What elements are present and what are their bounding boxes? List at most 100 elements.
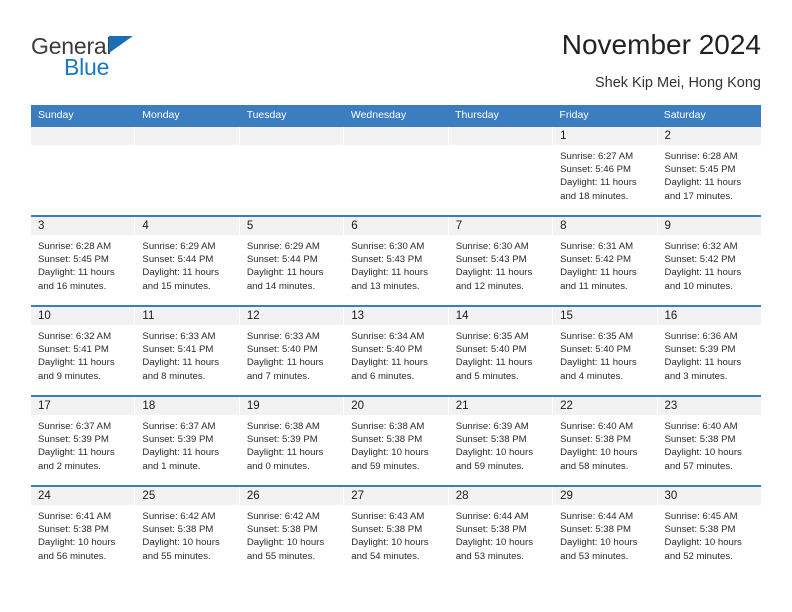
day-cell-29[interactable]: 29 Sunrise: 6:44 AM Sunset: 5:38 PM Dayligh… xyxy=(553,487,658,575)
day-cell-6[interactable]: 6 Sunrise: 6:30 AM Sunset: 5:43 PM Daylight… xyxy=(344,217,449,305)
weekday-header-friday: Friday xyxy=(559,109,589,121)
day-cell-19[interactable]: 19 Sunrise: 6:38 AM Sunset: 5:39 PM Dayligh… xyxy=(239,397,345,485)
day-detail-line: and 59 minutes. xyxy=(455,460,524,472)
day-detail-line: and 4 minutes. xyxy=(560,370,624,382)
day-detail-line: Sunrise: 6:36 AM xyxy=(664,331,738,342)
day-detail-line: Daylight: 10 hours xyxy=(142,537,220,549)
day-detail-line: Daylight: 10 hours xyxy=(664,447,742,459)
day-detail-line: Sunrise: 6:44 AM xyxy=(560,511,634,522)
day-detail-line: and 58 minutes. xyxy=(560,460,629,472)
day-number: 3 xyxy=(31,217,135,235)
day-number: 11 xyxy=(135,307,239,325)
generalblue-logo[interactable]: General Blue xyxy=(31,34,231,90)
day-number: 30 xyxy=(657,487,761,505)
day-number: 17 xyxy=(31,397,135,415)
day-detail-line: Daylight: 10 hours xyxy=(455,447,534,459)
day-detail-line: Daylight: 10 hours xyxy=(246,537,325,549)
day-cell-empty xyxy=(135,127,240,215)
day-cell-26[interactable]: 26 Sunrise: 6:42 AM Sunset: 5:38 PM Dayligh… xyxy=(239,487,345,575)
day-number xyxy=(344,127,448,145)
day-details: Sunrise: 6:36 AM Sunset: 5:39 PM Daylight:… xyxy=(658,325,761,383)
day-details: Sunrise: 6:27 AM Sunset: 5:46 PM Daylight:… xyxy=(553,145,656,203)
day-cell-12[interactable]: 12 Sunrise: 6:33 AM Sunset: 5:40 PM Dayligh… xyxy=(239,307,345,395)
day-detail-line: and 18 minutes. xyxy=(560,190,629,202)
day-number xyxy=(239,127,344,145)
logo-text-blue: Blue xyxy=(64,54,110,80)
day-detail-line: Sunrise: 6:30 AM xyxy=(455,241,529,252)
day-details xyxy=(240,145,343,150)
day-detail-line: and 54 minutes. xyxy=(351,550,420,562)
day-detail-line: and 11 minutes. xyxy=(560,280,628,292)
day-cell-9[interactable]: 9 Sunrise: 6:32 AM Sunset: 5:42 PM Daylight… xyxy=(657,217,761,305)
day-details: Sunrise: 6:32 AM Sunset: 5:42 PM Daylight:… xyxy=(658,235,761,293)
day-cell-7[interactable]: 7 Sunrise: 6:30 AM Sunset: 5:43 PM Daylight… xyxy=(448,217,554,305)
day-cell-25[interactable]: 25 Sunrise: 6:42 AM Sunset: 5:38 PM Dayligh… xyxy=(135,487,240,575)
day-cell-13[interactable]: 13 Sunrise: 6:34 AM Sunset: 5:40 PM Dayligh… xyxy=(344,307,449,395)
day-number: 15 xyxy=(553,307,657,325)
day-details: Sunrise: 6:35 AM Sunset: 5:40 PM Daylight:… xyxy=(449,325,552,383)
day-detail-line: Sunset: 5:38 PM xyxy=(664,524,736,536)
day-cell-5[interactable]: 5 Sunrise: 6:29 AM Sunset: 5:44 PM Daylight… xyxy=(239,217,345,305)
day-details: Sunrise: 6:31 AM Sunset: 5:42 PM Daylight:… xyxy=(553,235,656,293)
day-detail-line: Sunrise: 6:29 AM xyxy=(246,241,320,252)
day-cell-21[interactable]: 21 Sunrise: 6:39 AM Sunset: 5:38 PM Dayligh… xyxy=(448,397,554,485)
calendar-week-row: 24 Sunrise: 6:41 AM Sunset: 5:38 PM Dayligh… xyxy=(31,485,761,575)
day-cell-8[interactable]: 8 Sunrise: 6:31 AM Sunset: 5:42 PM Daylight… xyxy=(553,217,658,305)
page-header: General Blue November 2024 Shek Kip Mei,… xyxy=(31,28,761,100)
weekday-header-monday: Monday xyxy=(142,109,180,121)
day-cell-23[interactable]: 23 Sunrise: 6:40 AM Sunset: 5:38 PM Dayligh… xyxy=(657,397,761,485)
day-detail-line: and 7 minutes. xyxy=(246,370,310,382)
day-cell-16[interactable]: 16 Sunrise: 6:36 AM Sunset: 5:39 PM Dayligh… xyxy=(657,307,761,395)
day-cell-28[interactable]: 28 Sunrise: 6:44 AM Sunset: 5:38 PM Dayligh… xyxy=(448,487,554,575)
day-cell-10[interactable]: 10 Sunrise: 6:32 AM Sunset: 5:41 PM Dayligh… xyxy=(31,307,136,395)
day-detail-line: Sunset: 5:38 PM xyxy=(142,524,214,536)
day-cell-18[interactable]: 18 Sunrise: 6:37 AM Sunset: 5:39 PM Dayligh… xyxy=(135,397,240,485)
day-detail-line: Sunset: 5:38 PM xyxy=(664,434,736,446)
day-detail-line: Daylight: 11 hours xyxy=(142,357,220,369)
day-detail-line: and 17 minutes. xyxy=(664,190,733,202)
calendar-grid: Sunday Monday Tuesday Wednesday Thursday Frid… xyxy=(31,105,761,575)
day-cell-24[interactable]: 24 Sunrise: 6:41 AM Sunset: 5:38 PM Dayligh… xyxy=(31,487,136,575)
day-detail-line: and 53 minutes. xyxy=(560,550,629,562)
day-detail-line: Sunrise: 6:38 AM xyxy=(351,421,425,432)
day-detail-line: Sunset: 5:44 PM xyxy=(142,254,214,266)
day-details: Sunrise: 6:37 AM Sunset: 5:39 PM Daylight:… xyxy=(31,415,134,473)
day-cell-27[interactable]: 27 Sunrise: 6:43 AM Sunset: 5:38 PM Dayligh… xyxy=(344,487,449,575)
day-cell-empty xyxy=(344,127,449,215)
day-detail-line: Daylight: 11 hours xyxy=(246,447,324,459)
day-detail-line: Daylight: 11 hours xyxy=(560,177,637,189)
day-detail-line: Daylight: 10 hours xyxy=(38,537,116,549)
day-detail-line: Daylight: 10 hours xyxy=(560,537,638,549)
day-detail-line: Daylight: 11 hours xyxy=(664,177,742,189)
day-cell-empty xyxy=(448,127,554,215)
day-detail-line: Sunrise: 6:39 AM xyxy=(455,421,529,432)
day-cell-14[interactable]: 14 Sunrise: 6:35 AM Sunset: 5:40 PM Dayligh… xyxy=(448,307,554,395)
day-cell-20[interactable]: 20 Sunrise: 6:38 AM Sunset: 5:38 PM Dayligh… xyxy=(344,397,449,485)
day-detail-line: Sunrise: 6:28 AM xyxy=(38,241,112,252)
day-cell-3[interactable]: 3 Sunrise: 6:28 AM Sunset: 5:45 PM Daylight… xyxy=(31,217,136,305)
day-detail-line: Sunset: 5:45 PM xyxy=(664,164,736,176)
day-details xyxy=(344,145,447,150)
day-detail-line: Sunrise: 6:35 AM xyxy=(560,331,634,342)
day-cell-15[interactable]: 15 Sunrise: 6:35 AM Sunset: 5:40 PM Dayligh… xyxy=(553,307,658,395)
day-detail-line: and 55 minutes. xyxy=(246,550,316,562)
day-detail-line: Sunrise: 6:35 AM xyxy=(455,331,529,342)
day-cell-1[interactable]: 1 Sunrise: 6:27 AM Sunset: 5:46 PM Daylight… xyxy=(553,127,658,215)
day-detail-line: Sunrise: 6:30 AM xyxy=(351,241,425,252)
day-detail-line: and 56 minutes. xyxy=(38,550,107,562)
day-cell-30[interactable]: 30 Sunrise: 6:45 AM Sunset: 5:38 PM Dayligh… xyxy=(657,487,761,575)
day-cell-17[interactable]: 17 Sunrise: 6:37 AM Sunset: 5:39 PM Dayligh… xyxy=(31,397,136,485)
day-number: 14 xyxy=(448,307,553,325)
day-details xyxy=(449,145,552,150)
day-detail-line: Daylight: 11 hours xyxy=(664,357,742,369)
day-cell-22[interactable]: 22 Sunrise: 6:40 AM Sunset: 5:38 PM Dayligh… xyxy=(553,397,658,485)
day-number: 23 xyxy=(657,397,761,415)
day-cell-4[interactable]: 4 Sunrise: 6:29 AM Sunset: 5:44 PM Daylight… xyxy=(135,217,240,305)
day-cell-11[interactable]: 11 Sunrise: 6:33 AM Sunset: 5:41 PM Dayligh… xyxy=(135,307,240,395)
calendar-week-row: 1 Sunrise: 6:27 AM Sunset: 5:46 PM Daylight… xyxy=(31,125,761,215)
day-detail-line: Daylight: 11 hours xyxy=(142,267,220,279)
day-detail-line: and 5 minutes. xyxy=(455,370,519,382)
day-details: Sunrise: 6:30 AM Sunset: 5:43 PM Daylight:… xyxy=(449,235,552,293)
day-detail-line: Sunrise: 6:27 AM xyxy=(560,151,634,162)
day-cell-2[interactable]: 2 Sunrise: 6:28 AM Sunset: 5:45 PM Daylight… xyxy=(657,127,761,215)
